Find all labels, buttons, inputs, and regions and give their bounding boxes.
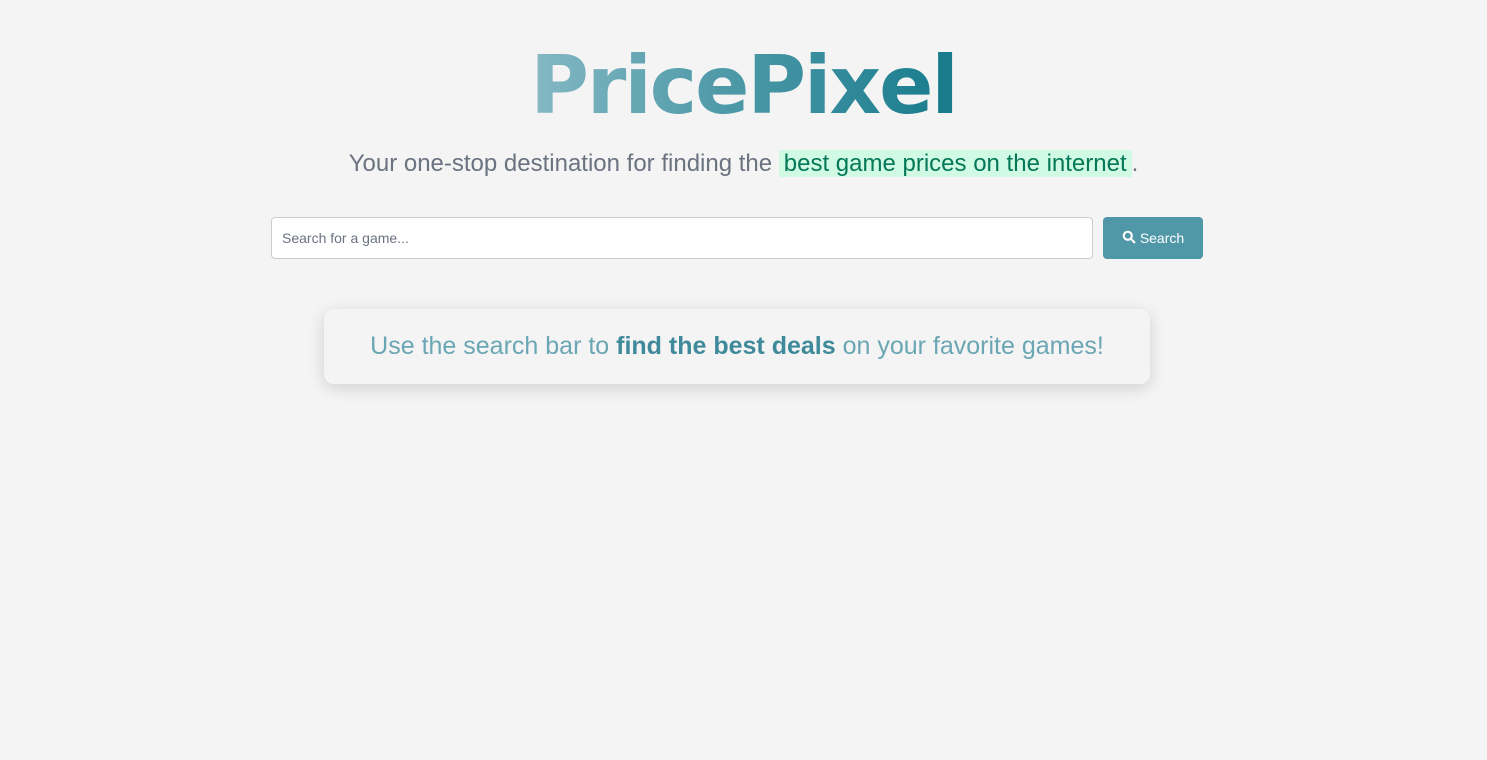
page: PricePixel Your one-stop destination for… xyxy=(0,0,1487,760)
info-suffix: on your favorite games! xyxy=(835,332,1104,360)
tagline-suffix: . xyxy=(1131,150,1139,177)
search-form: Search xyxy=(271,217,1203,259)
tagline-prefix: Your one-stop destination for finding th… xyxy=(348,150,779,177)
search-input[interactable] xyxy=(271,217,1093,259)
brand-logo: PricePixel xyxy=(0,38,1487,134)
info-emphasis: find the best deals xyxy=(616,332,836,360)
tagline: Your one-stop destination for finding th… xyxy=(0,146,1487,182)
tagline-highlight: best game prices on the internet xyxy=(778,150,1132,177)
search-icon xyxy=(1122,230,1136,247)
info-card: Use the search bar to find the best deal… xyxy=(324,309,1150,384)
info-prefix: Use the search bar to xyxy=(370,332,617,360)
brand-name: PricePixel xyxy=(530,39,959,132)
search-button-label: Search xyxy=(1139,230,1185,246)
search-button[interactable]: Search xyxy=(1103,217,1203,259)
